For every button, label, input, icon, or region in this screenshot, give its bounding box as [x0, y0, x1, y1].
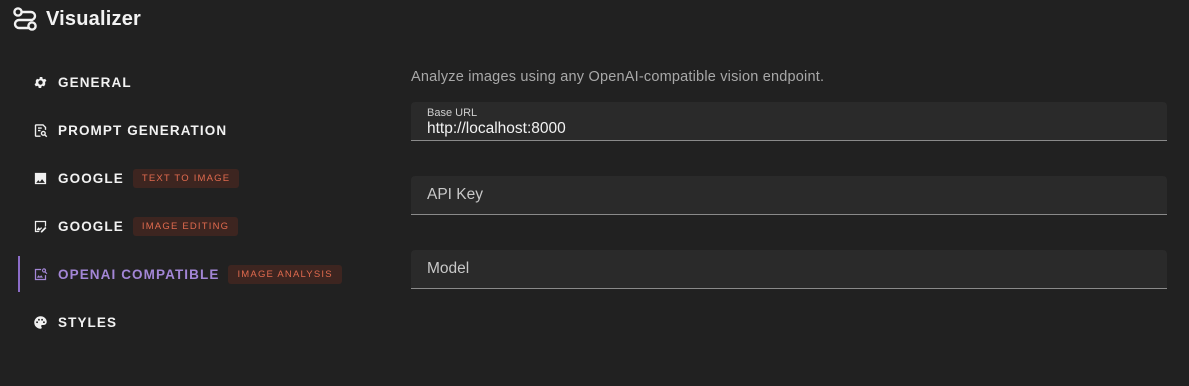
mode-badge: IMAGE ANALYSIS [228, 264, 342, 284]
sidebar-item-label: GENERAL [58, 74, 132, 90]
settings-window: Visualizer GENERAL PROMPT GENERATION GOO… [0, 0, 1189, 386]
gear-icon [32, 74, 48, 90]
model-field[interactable]: Model [411, 250, 1167, 289]
sidebar-item-label: GOOGLE [58, 170, 124, 186]
base-url-label: Base URL [427, 107, 478, 119]
sidebar-item-styles[interactable]: STYLES [18, 298, 378, 346]
sidebar-item-openai-compatible[interactable]: OPENAI COMPATIBLE IMAGE ANALYSIS [18, 250, 378, 298]
settings-panel: Analyze images using any OpenAI-compatib… [411, 62, 1167, 289]
sidebar-item-label: PROMPT GENERATION [58, 122, 228, 138]
base-url-field[interactable]: Base URL http://localhost:8000 [411, 102, 1167, 141]
image-search-icon [32, 266, 48, 282]
sidebar-item-google-text-to-image[interactable]: GOOGLE TEXT TO IMAGE [18, 154, 378, 202]
api-key-label: API Key [427, 186, 483, 203]
sidebar-item-label: OPENAI COMPATIBLE [58, 266, 220, 282]
mode-badge: IMAGE EDITING [132, 216, 239, 236]
sidebar-item-general[interactable]: GENERAL [18, 58, 378, 106]
sidebar-item-google-image-editing[interactable]: GOOGLE IMAGE EDITING [18, 202, 378, 250]
image-icon [32, 170, 48, 186]
api-key-field[interactable]: API Key [411, 176, 1167, 215]
app-title: Visualizer [46, 7, 142, 30]
sidebar-item-label: GOOGLE [58, 218, 124, 234]
sidebar-item-label: STYLES [58, 314, 118, 330]
settings-sidebar: GENERAL PROMPT GENERATION GOOGLE TEXT TO [18, 58, 378, 346]
document-search-icon [32, 122, 48, 138]
app-header: Visualizer [12, 4, 141, 34]
base-url-value[interactable]: http://localhost:8000 [427, 120, 566, 138]
model-label: Model [427, 260, 470, 277]
panel-description: Analyze images using any OpenAI-compatib… [411, 69, 825, 85]
image-edit-icon [32, 218, 48, 234]
sidebar-item-prompt-generation[interactable]: PROMPT GENERATION [18, 106, 378, 154]
mode-badge: TEXT TO IMAGE [132, 168, 240, 188]
route-icon [12, 6, 38, 32]
palette-icon [32, 314, 48, 330]
